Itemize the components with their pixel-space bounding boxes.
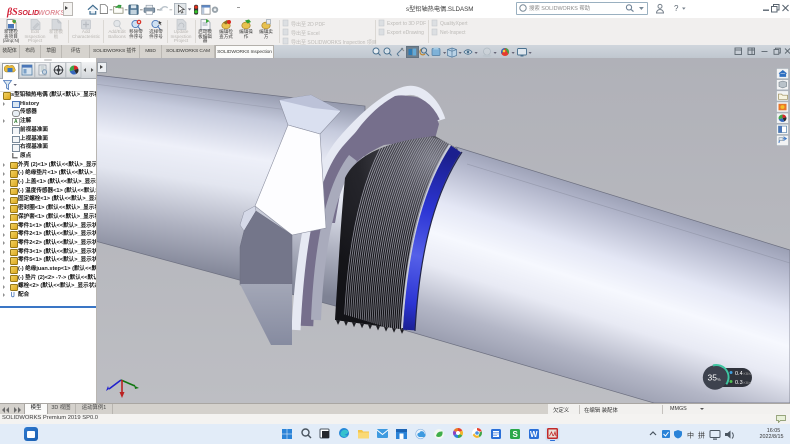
svg-text:拼: 拼 — [698, 431, 705, 440]
svg-text:%: % — [717, 377, 721, 382]
svg-text:0.3: 0.3 — [735, 380, 743, 386]
svg-text:KB/s: KB/s — [744, 381, 752, 385]
svg-text:W: W — [530, 430, 538, 439]
svg-text:S: S — [513, 430, 519, 439]
svg-text:KB/s: KB/s — [744, 372, 752, 376]
svg-text:35: 35 — [708, 373, 718, 383]
svg-text:中: 中 — [687, 431, 694, 440]
svg-text:?: ? — [674, 4, 679, 13]
svg-text:0.4: 0.4 — [735, 371, 743, 377]
